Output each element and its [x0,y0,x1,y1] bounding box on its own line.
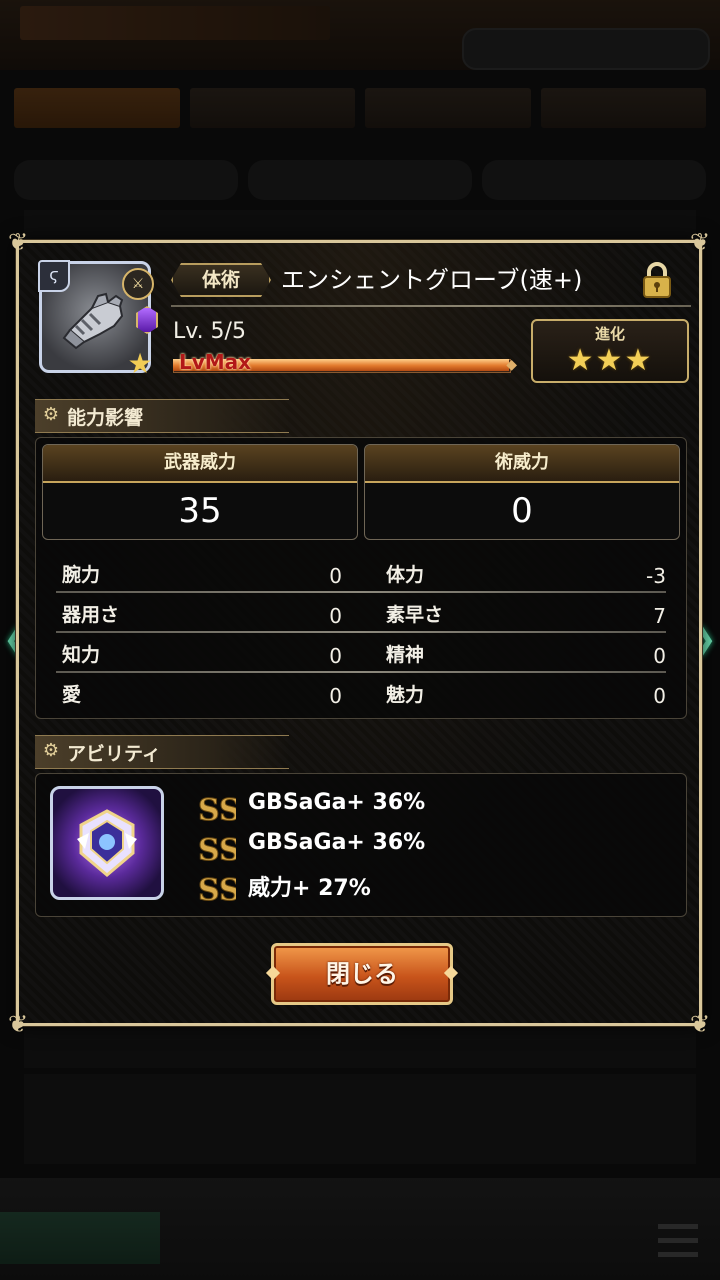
gear-icon: ⚙ [42,740,60,761]
level-label: Lv. 5/5 [173,319,246,344]
lock-icon[interactable] [639,261,675,299]
close-button[interactable]: 閉じる [265,943,459,1005]
stat-value: 0 [329,564,342,588]
ability-row: SS GBSaGa+ 36% [196,786,636,829]
item-detail-dialog: ❦ ❦ ❦ ❦ ϛ ⚔ ★ 体術 エンシェントグローブ(速+) Lv. 5/5 … [8,229,710,1037]
stat-label: 愛 [62,684,82,706]
evolution-box: 進化 ★★★ [531,319,689,383]
corner-ornament-icon: ❦ [7,228,29,256]
corner-ornament-icon: ❦ [689,1010,711,1038]
stat-value: 7 [653,604,666,628]
magic-power-label: 術威力 [365,445,679,483]
crest-emblem-icon [77,809,137,877]
section-header-ability-effects: ⚙ 能力影響 [35,399,289,433]
stat-value: 0 [653,684,666,708]
item-icon: ϛ ⚔ ★ [38,260,158,378]
section-header-abilities: ⚙ アビリティ [35,735,289,769]
ability-text: 威力+ 27% [248,876,371,901]
section-title: 能力影響 [67,407,144,429]
bar-end-ornament-icon: ◆ [506,357,517,373]
svg-text:SS: SS [198,873,236,908]
stat-label: 腕力 [62,564,101,586]
corner-ornament-icon: ❦ [689,228,711,256]
stat-label: 精神 [386,644,425,666]
weapon-power-value: 35 [178,491,222,531]
stat-row: 知力 0 [52,638,352,670]
stat-value: 0 [653,644,666,668]
stat-row: 魅力 0 [376,678,676,710]
ability-crest-icon[interactable] [50,786,164,900]
stat-label: 知力 [62,644,101,666]
stat-value: 0 [329,684,342,708]
level-progress-bar: LvMax ◆ [173,350,517,375]
abilities-panel: SS GBSaGa+ 36% SS GBSaGa+ 36% SS 威力+ 27% [35,773,687,917]
stat-label: 素早さ [386,604,444,626]
level-max-text: LvMax [179,350,252,374]
stat-row: 愛 0 [52,678,352,710]
divider [56,671,666,673]
weapon-type-tag: 体術 [171,263,271,297]
rank-star-icon: ★ [127,347,153,380]
stat-value: -3 [646,564,666,588]
ss-ability-icon: SS [198,833,237,869]
stat-row: 素早さ 7 [376,598,676,630]
magic-power-value: 0 [511,491,533,531]
magic-power-box: 術威力 0 [364,444,680,540]
weapon-power-box: 武器威力 35 [42,444,358,540]
ability-row: SS 威力+ 27% [196,866,636,909]
close-button-label: 閉じる [326,960,398,988]
gauntlet-icon [62,292,124,350]
stats-panel: 武器威力 35 術威力 0 腕力 0 器用さ 0 知力 0 愛 0 体力 -3 [35,437,687,719]
svg-text:SS: SS [198,833,236,868]
divider [56,591,666,593]
ability-row: SS GBSaGa+ 36% [196,826,636,869]
stat-label: 魅力 [386,684,425,706]
ability-text: GBSaGa+ 36% [248,790,426,815]
stat-badge-icon: ⚔ [122,268,154,300]
button-ornament-icon [443,965,459,981]
stat-row: 体力 -3 [376,558,676,590]
ss-ability-icon: SS [198,793,237,829]
stat-row: 器用さ 0 [52,598,352,630]
weapon-power-label: 武器威力 [43,445,357,483]
section-title: アビリティ [67,743,161,765]
stat-value: 0 [329,644,342,668]
ss-ability-icon: SS [198,873,237,909]
corner-ornament-icon: ❦ [7,1010,29,1038]
evolution-stars: ★★★ [566,343,654,378]
stat-label: 体力 [386,564,425,586]
stat-label: 器用さ [62,604,120,626]
gear-icon: ⚙ [42,404,60,425]
stat-value: 0 [329,604,342,628]
ability-text: GBSaGa+ 36% [248,830,426,855]
item-name: エンシェントグローブ(速+) [281,266,583,294]
evolution-label: 進化 [594,325,625,343]
button-ornament-icon [265,965,281,981]
divider [171,305,691,307]
stat-row: 腕力 0 [52,558,352,590]
stat-row: 精神 0 [376,638,676,670]
svg-text:SS: SS [198,793,236,828]
divider [56,631,666,633]
gem-icon [136,306,158,334]
